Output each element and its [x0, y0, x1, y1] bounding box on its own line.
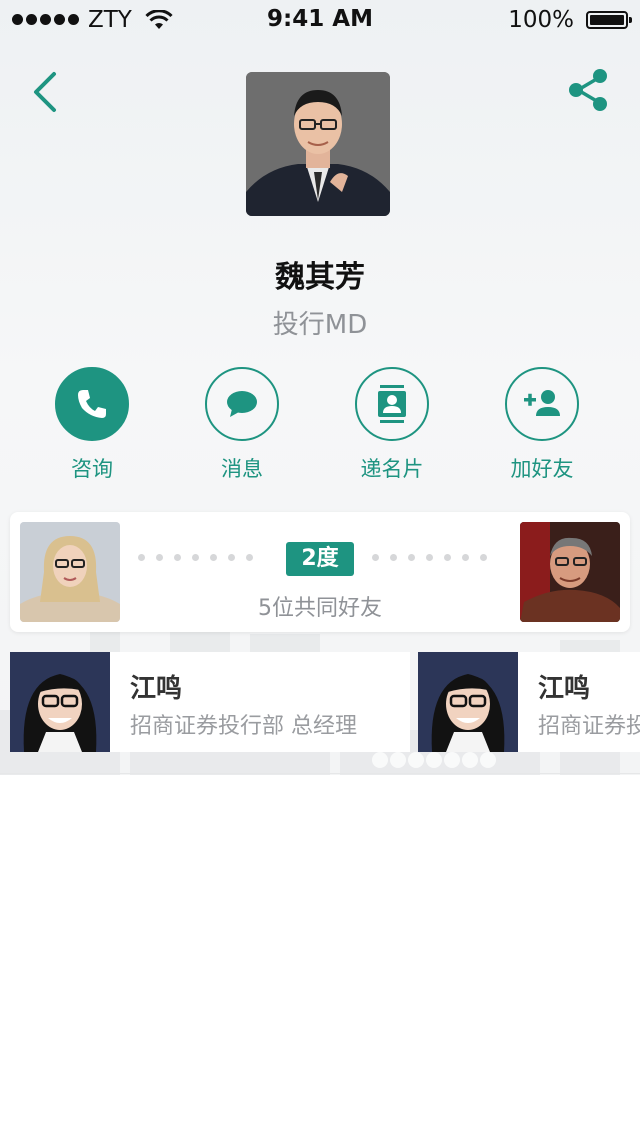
add-friend-button[interactable]: 加好友	[482, 367, 602, 483]
degree-badge: 2度	[286, 542, 354, 576]
add-friend-icon	[524, 390, 560, 416]
send-card-circle[interactable]	[355, 367, 429, 441]
message-button[interactable]: 消息	[182, 367, 302, 483]
friend-name: 江鸣	[538, 674, 591, 704]
profile-name: 魏其芳	[275, 260, 365, 295]
friend-photo-illustration	[418, 652, 518, 752]
share-icon[interactable]	[566, 66, 612, 114]
send-card-button[interactable]: 递名片	[332, 367, 452, 483]
friend-avatar	[10, 652, 110, 752]
mutual-friend-card[interactable]: 江鸣 招商证券投行部 总经理	[418, 652, 640, 752]
send-card-label: 递名片	[360, 457, 424, 481]
friend-photo-illustration	[10, 652, 110, 752]
battery-percent: 100%	[508, 7, 574, 33]
battery-icon	[586, 11, 632, 29]
target-photo-illustration	[520, 522, 620, 622]
chat-bubble-icon	[227, 391, 257, 417]
connection-dots-right	[372, 554, 487, 561]
profile-title: 投行MD	[272, 310, 368, 340]
target-avatar	[520, 522, 620, 622]
friend-avatar	[418, 652, 518, 752]
friend-name: 江鸣	[130, 674, 183, 704]
friend-role: 招商证券投行部 总经理	[538, 714, 640, 739]
back-chevron-icon[interactable]	[26, 68, 66, 116]
contact-card-icon	[378, 385, 406, 423]
message-label: 消息	[221, 457, 263, 481]
add-friend-circle[interactable]	[505, 367, 579, 441]
action-bar: 咨询 消息 递名片 加好友	[0, 367, 640, 487]
status-bar: ZTY 9:41 AM 100%	[0, 0, 640, 40]
mutual-friend-card[interactable]: 江鸣 招商证券投行部 总经理	[10, 652, 410, 752]
add-friend-label: 加好友	[510, 457, 574, 481]
connection-dots-left	[138, 554, 253, 561]
consult-label: 咨询	[71, 457, 113, 481]
friend-role: 招商证券投行部 总经理	[130, 714, 357, 739]
message-circle[interactable]	[205, 367, 279, 441]
phone-icon	[78, 390, 106, 418]
connection-card[interactable]: 2度 5位共同好友	[10, 512, 630, 632]
profile-avatar[interactable]	[246, 72, 390, 216]
consult-circle[interactable]	[55, 367, 129, 441]
section-divider	[0, 773, 640, 774]
profile-photo-illustration	[246, 72, 390, 216]
consult-button[interactable]: 咨询	[32, 367, 152, 483]
